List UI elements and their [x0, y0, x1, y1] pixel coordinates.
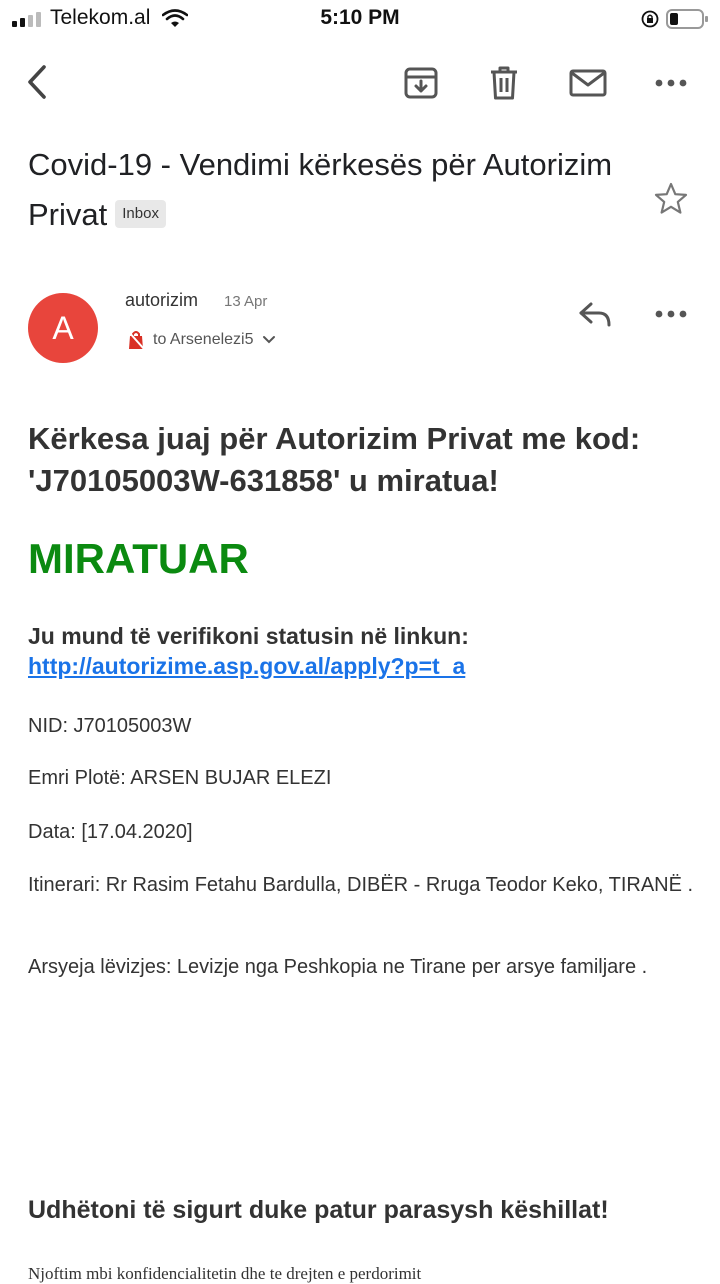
sender-avatar[interactable]: A [28, 293, 98, 363]
email-date: 13 Apr [224, 293, 268, 310]
footer-heading: Udhëtoni të sigurt duke patur parasysh k… [28, 1196, 609, 1224]
message-more-button[interactable] [649, 292, 693, 336]
status-bar: Telekom.al 5:10 PM [0, 0, 720, 40]
trash-icon [491, 66, 517, 100]
orientation-lock-icon [641, 10, 659, 28]
external-recipient-icon [127, 330, 145, 350]
mark-unread-button[interactable] [566, 61, 610, 105]
status-badge: MIRATUAR [28, 535, 249, 582]
body-heading: Kërkesa juaj për Autorizim Privat me kod… [28, 421, 641, 498]
star-button[interactable] [649, 177, 693, 221]
email-subject: Covid-19 - Vendimi kërkesës për Autorizi… [28, 140, 638, 240]
confidentiality-notice: Njoftim mbi konfidencialitetin dhe te dr… [28, 1264, 422, 1283]
recipient-text: to Arsenelezi5 [153, 331, 254, 348]
name-field: Emri Plotë: ARSEN BUJAR ELEZI [28, 767, 332, 789]
battery-icon [666, 9, 708, 29]
back-button[interactable] [16, 60, 60, 104]
inbox-label[interactable]: Inbox [115, 199, 166, 228]
chevron-down-icon [262, 336, 275, 344]
archive-button[interactable] [399, 61, 443, 105]
clock: 5:10 PM [320, 6, 400, 29]
mail-icon [569, 69, 607, 97]
nid-field: NID: J70105003W [28, 715, 192, 737]
archive-icon [404, 67, 438, 99]
delete-button[interactable] [482, 61, 526, 105]
recipient-row[interactable]: to Arsenelezi5 [127, 330, 276, 350]
reply-button[interactable] [573, 293, 617, 337]
date-field: Data: [17.04.2020] [28, 821, 193, 843]
star-icon [654, 182, 688, 214]
reply-icon [579, 302, 611, 327]
more-icon [655, 310, 687, 318]
more-icon [655, 79, 687, 87]
reason-field: Arsyeja lëvizjes: Levizje nga Peshkopia … [28, 956, 648, 978]
back-arrow-icon [28, 65, 46, 99]
verify-link[interactable]: http://autorizime.asp.gov.al/apply?p=t_a [28, 653, 465, 680]
verify-text: Ju mund të verifikoni statusin në linkun… [28, 623, 469, 649]
more-options-button[interactable] [649, 61, 693, 105]
sender-name: autorizim [125, 290, 199, 310]
itinerary-field: Itinerari: Rr Rasim Fetahu Bardulla, DIB… [28, 874, 694, 896]
